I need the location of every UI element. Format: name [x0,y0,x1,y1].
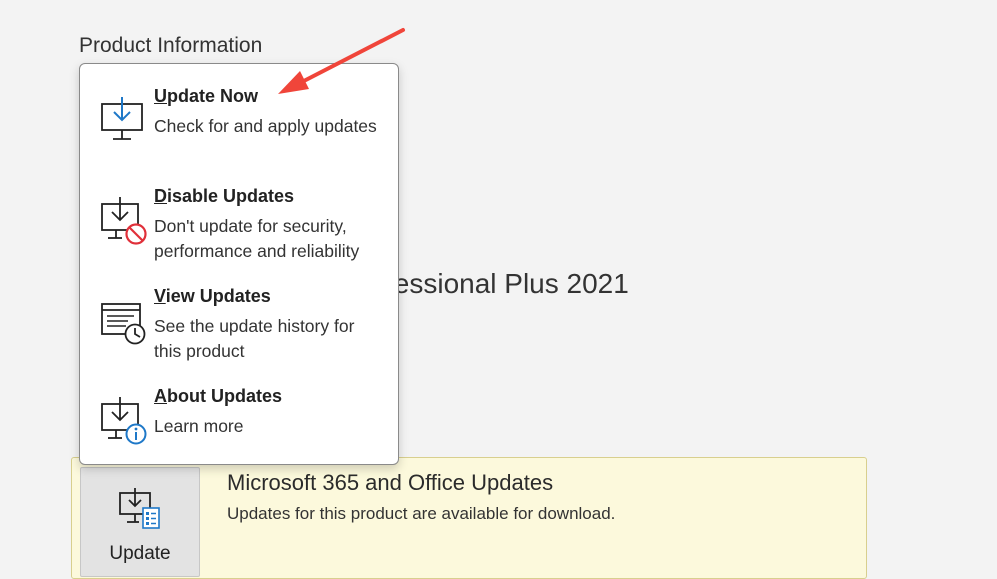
view-updates-icon [100,296,150,351]
menu-item-title: Update Now [154,86,259,106]
about-updates-icon [100,396,150,451]
update-now-icon [100,96,146,147]
menu-item-title: Disable Updates [154,186,295,206]
menu-item-title: About Updates [154,386,282,406]
product-name: fessional Plus 2021 [386,268,629,299]
update-options-label: Update [109,543,171,564]
menu-item-about-updates[interactable]: About Updates Learn more [88,372,390,468]
menu-item-update-now[interactable]: Update Now Check for and apply updates [88,72,390,168]
update-options-icon [117,486,165,539]
menu-item-description: Don't update for security, performance a… [154,216,360,261]
menu-item-description: See the update history for this product [154,316,355,361]
menu-item-view-updates[interactable]: View Updates See the update history for … [88,272,390,368]
section-title-product-information: Product Information [79,34,263,57]
banner-title: Microsoft 365 and Office Updates [227,470,554,495]
update-options-menu: Update Now Check for and apply updates D… [79,63,399,465]
menu-item-disable-updates[interactable]: Disable Updates Don't update for securit… [88,172,390,268]
menu-item-description: Check for and apply updates [154,116,377,136]
menu-item-title: View Updates [154,286,271,306]
banner-description: Updates for this product are available f… [227,504,616,523]
disable-updates-icon [100,196,150,251]
menu-item-description: Learn more [154,416,244,436]
